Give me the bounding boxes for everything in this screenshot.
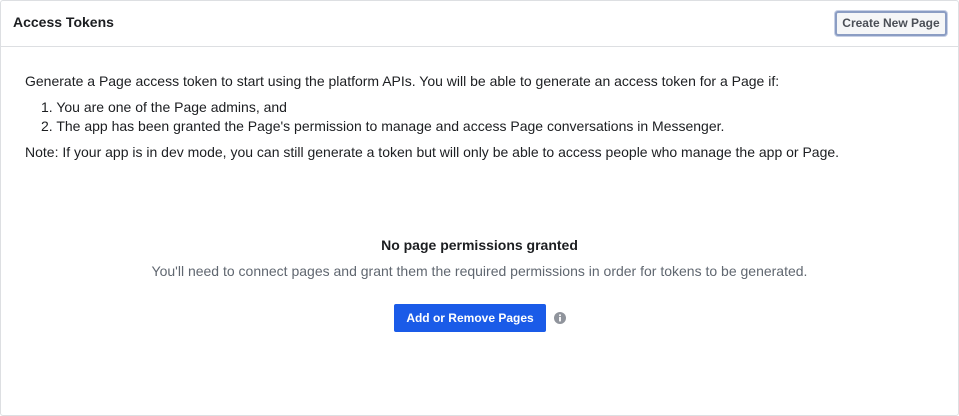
panel-header: Access Tokens Create New Page <box>1 1 958 47</box>
condition-item-2: 2. The app has been granted the Page's p… <box>41 118 725 134</box>
dev-mode-note: Note: If your app is in dev mode, you ca… <box>25 144 840 160</box>
intro-lead-text: Generate a Page access token to start us… <box>25 73 780 89</box>
create-new-page-button[interactable]: Create New Page <box>835 11 947 36</box>
empty-state-title: No page permissions granted <box>381 237 578 253</box>
add-or-remove-pages-button[interactable]: Add or Remove Pages <box>394 304 546 332</box>
access-tokens-panel: Access Tokens Create New Page Generate a… <box>0 0 959 416</box>
empty-state-subtitle: You'll need to connect pages and grant t… <box>151 263 808 279</box>
panel-title: Access Tokens <box>13 14 114 30</box>
condition-item-1: 1. You are one of the Page admins, and <box>41 99 287 115</box>
info-icon[interactable] <box>554 312 566 324</box>
